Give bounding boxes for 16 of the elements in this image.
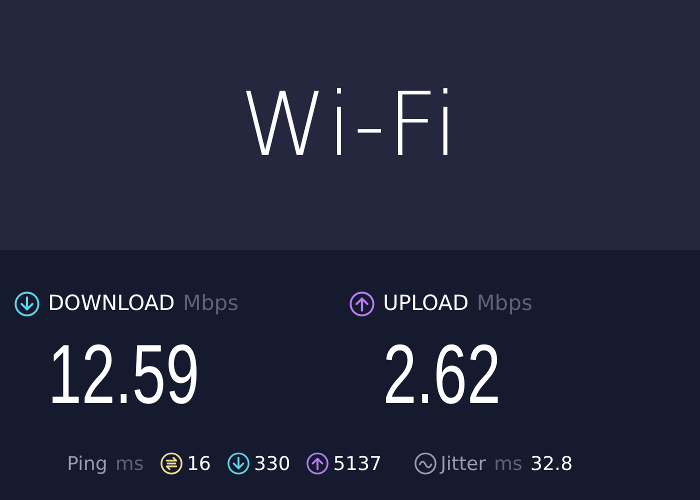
unit-label: ms: [494, 452, 522, 476]
unit-label: Mbps: [476, 290, 532, 317]
jitter-label: Jitter: [440, 452, 486, 476]
title: Wi-Fi: [240, 72, 460, 178]
metric-label: DOWNLOAD: [48, 290, 175, 317]
ping-value: 16: [186, 452, 212, 476]
unit-label: Mbps: [182, 290, 239, 317]
ping-label: Ping: [67, 452, 108, 476]
unit-label: ms: [115, 452, 144, 476]
jitter-value: 32.8: [530, 452, 573, 476]
wave-icon: [414, 452, 437, 476]
ping-value: 5137: [333, 452, 382, 476]
metric-label: UPLOAD: [383, 290, 469, 317]
speed-value: 12.59: [48, 332, 200, 416]
ping-value: 330: [254, 452, 290, 476]
speed-value: 2.62: [383, 332, 501, 416]
